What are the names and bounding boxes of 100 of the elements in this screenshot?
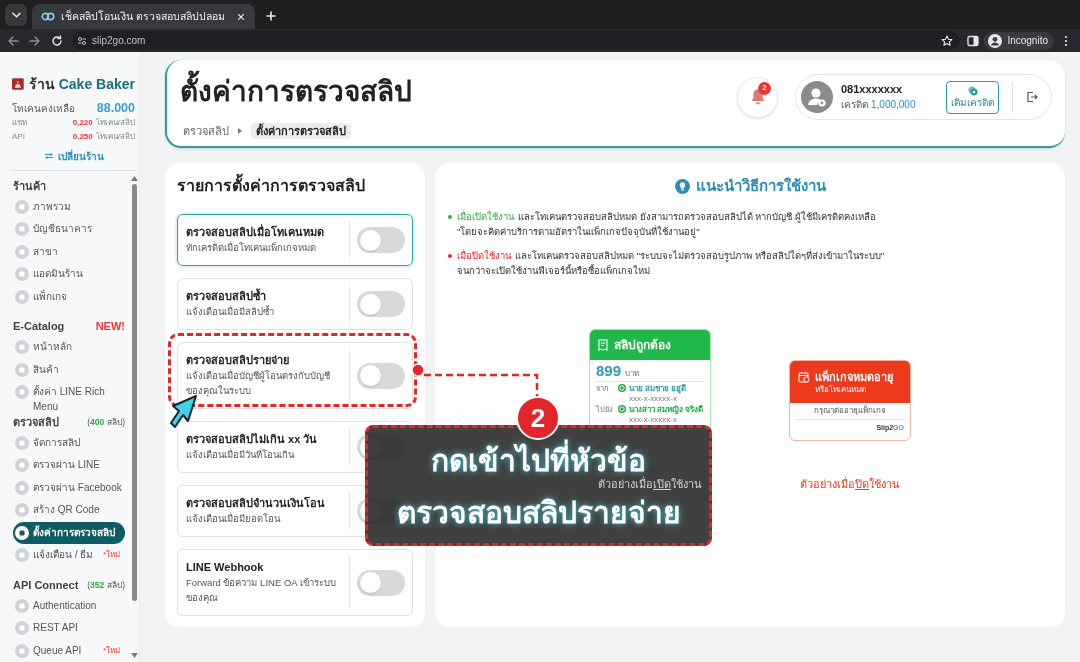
sidebar-item[interactable]: Authentication	[13, 594, 125, 617]
guide-note: เมื่อปิดใช้งาน และโทเคนตรวจสอบสลิปหมด "ระบบจะไม่ตรวจสอบรูปภาพ หรือสลิปใดๆที่ส่งเข้ามาในระบบ" จนกว่าจะเปิดใช้งานฟีเจอร์นี้หรือซื้อแพ็กเกจใหม่	[457, 248, 885, 278]
menu-item-icon	[15, 340, 29, 354]
sidebar-item[interactable]: บัญชีธนาคาร	[13, 218, 125, 241]
setting-title: ตรวจสอบสลิปรายจ่าย	[186, 353, 289, 368]
setting-description: แจ้งเตือนเมื่อมีสลิปซ้ำ	[186, 304, 274, 319]
section-heading: API Connect	[13, 577, 79, 592]
top-up-button[interactable]: เติมเครดิต	[946, 80, 999, 114]
setting-title: ตรวจสอบสลิปซ้ำ	[186, 289, 266, 304]
caret-icon	[11, 12, 21, 18]
profile-avatar-icon	[988, 33, 1003, 48]
instruction-line: กดเข้าไปที่หัวข้อ	[431, 439, 646, 476]
rate-label: API	[12, 131, 26, 143]
sidebar-item[interactable]: สินค้า	[13, 358, 125, 381]
rate-value: 0.220	[72, 117, 93, 129]
caret-icon	[238, 128, 242, 134]
party-name: นาย สมชาย อยู่ดี	[629, 384, 687, 394]
sidebar-item[interactable]: ตรวจผ่าน Facebook	[13, 476, 125, 499]
section-heading: ร้านค้า	[13, 178, 46, 193]
bank-logo-icon	[618, 384, 626, 392]
section-heading: ตรวจสลิป	[13, 414, 59, 429]
address-bar[interactable]: slip2go.com	[72, 31, 960, 50]
back-icon[interactable]	[7, 34, 19, 47]
sidebar-item[interactable]: จัดการสลิป	[13, 431, 125, 454]
sidebar-item[interactable]: แพ็กเกจ	[13, 285, 125, 308]
scroll-down-icon[interactable]	[130, 653, 138, 658]
logout-icon[interactable]	[1026, 91, 1038, 103]
receipt-icon	[597, 339, 609, 351]
close-icon	[236, 12, 245, 21]
menu-item-icon	[15, 267, 29, 281]
new-tab-icon[interactable]	[265, 11, 276, 21]
sidebar-item[interactable]: REST API	[13, 617, 125, 640]
site-settings-icon[interactable]	[77, 35, 87, 46]
menu-item-icon	[15, 503, 29, 517]
toggle-switch[interactable]	[357, 362, 405, 389]
account-number: xxx-x-xxxxx-x	[629, 393, 677, 403]
notification-badge: 2	[758, 81, 771, 95]
setting-title: ตรวจสอบสลิปไม่เกิน xx วัน	[186, 432, 318, 447]
setting-description: Forward ข้อความ LINE OA เข้าระบบ ของคุณ	[186, 576, 336, 605]
sidebar-item[interactable]: ตรวจผ่าน LINE	[13, 454, 125, 477]
scroll-up-icon[interactable]	[130, 176, 138, 181]
user-avatar-icon	[801, 81, 833, 113]
guide-title: แนะนำวิธีการใช้งาน	[695, 176, 826, 196]
setting-description: แจ้งเตือนเมื่อมีวันที่โอนเกิน	[186, 447, 294, 462]
slip-count: (352 สลิป)	[87, 578, 125, 592]
renewal-notice: กรุณาต่ออายุแพ็กเกจ	[813, 406, 887, 416]
token-balance-value: 88.000	[96, 99, 135, 117]
switch-shop-button[interactable]: เปลี่ยนร้าน	[12, 148, 135, 164]
sidebar-item[interactable]: หน้าหลัก	[13, 336, 125, 359]
reload-icon[interactable]	[51, 34, 63, 47]
menu-item-icon	[15, 435, 29, 450]
slip-status: สลิปถูกต้อง	[614, 337, 671, 354]
menu-item-icon	[15, 289, 29, 304]
setting-description: ทักเครดิตเมื่อโทเคนแพ็กเกจหมด	[186, 240, 316, 255]
menu-item-icon	[15, 385, 29, 399]
rate-label: แชท	[12, 117, 28, 129]
menu-item-icon	[15, 525, 29, 540]
scrollbar-thumb[interactable]	[131, 184, 137, 601]
instruction-line: ตรวจสอบสลิปรายจ่าย	[396, 495, 681, 528]
lightbulb-icon	[674, 178, 690, 194]
sidebar-item[interactable]: สาขา	[13, 240, 125, 263]
setting-description: แจ้งเตือนเมื่อมียอดโอน	[186, 511, 280, 526]
credit-balance: เครดิต 1,000,000	[841, 98, 917, 112]
menu-item-icon	[15, 548, 29, 562]
menu-icon[interactable]	[1064, 34, 1068, 47]
setting-title: LINE Webhook	[186, 560, 264, 575]
star-icon[interactable]	[941, 34, 954, 47]
sidebar-item[interactable]: ตั้งค่าการตรวจสลิป	[13, 521, 125, 544]
slip-count: (400 สลิป)	[87, 415, 125, 429]
package-subtitle: หรือโทเคนหมด	[815, 384, 867, 395]
menu-item-icon	[15, 598, 29, 613]
party-name: นางสาว สมหญิง จริงดี	[629, 405, 704, 415]
sidebar-item[interactable]: สร้าง QR Code	[13, 499, 125, 522]
package-status: แพ็กเกจหมดอายุ	[815, 369, 893, 384]
sidebar-item[interactable]: แจ้งเตือน / ธีม *ใหม่	[13, 544, 125, 567]
sidebar-item[interactable]: ภาพรวม	[13, 195, 125, 218]
notification-button[interactable]: 2	[737, 76, 778, 118]
setting-title: ตรวจสอบสลิปจำนวนเงินโอน	[186, 496, 325, 511]
profile-button[interactable]: Incognito	[984, 31, 1054, 50]
toggle-switch[interactable]	[357, 569, 405, 596]
browser-tab[interactable]: เช็คสลิปโอนเงิน ตรวจสอบสลิปปลอม	[32, 4, 255, 29]
shop-name: ร้าน Cake Baker	[28, 74, 135, 94]
sidebar-item[interactable]: ตั้งค่า LINE Rich Menu	[13, 381, 125, 414]
tab-list-button[interactable]	[5, 4, 27, 26]
new-tag: *ใหม่	[102, 643, 120, 658]
side-panel-icon[interactable]	[967, 34, 980, 47]
forward-icon[interactable]	[29, 34, 41, 47]
sidebar-item[interactable]: Queue API *ใหม่	[13, 639, 125, 662]
setting-description: แจ้งเตือนเมื่อบัญชีผู้โอนตรงกับบัญชี ของคุณในระบบ	[186, 368, 330, 398]
rate-value: 0.250	[72, 131, 93, 143]
new-tag: *ใหม่	[102, 548, 120, 563]
account-number: xxx-x-xxxxx-x	[629, 414, 677, 424]
breadcrumb-link[interactable]: ตรวจสลิป	[183, 123, 229, 139]
sidebar-item[interactable]: แอดมินร้าน	[13, 263, 125, 286]
menu-item-icon	[15, 222, 29, 236]
rate-unit: โทเคน/สลิป	[95, 131, 135, 143]
currency-label: บาท	[625, 368, 640, 380]
example-caption: ตัวอย่างเมื่อเปิดใช้งาน	[598, 477, 702, 492]
toggle-switch[interactable]	[357, 291, 405, 317]
toggle-switch[interactable]	[357, 227, 405, 253]
